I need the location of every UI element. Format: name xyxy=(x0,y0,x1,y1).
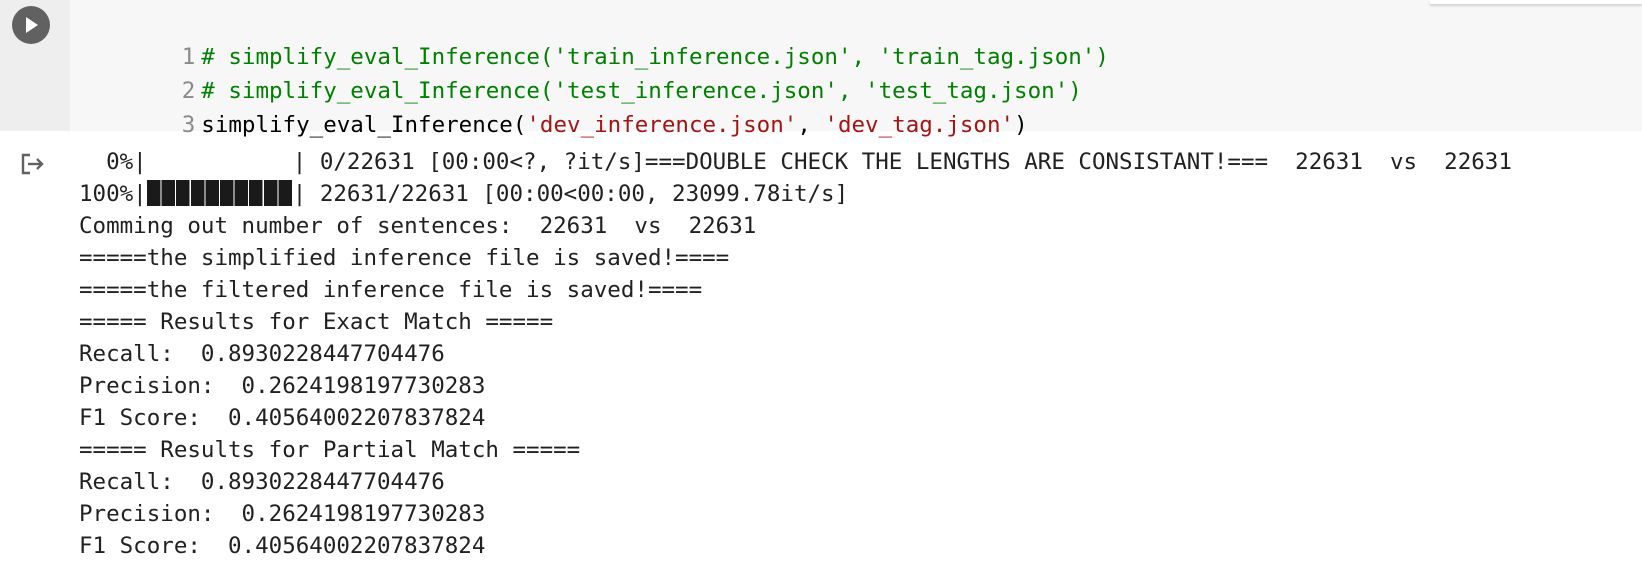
output-text-line: F1 Score: 0.40564002207837824 xyxy=(79,405,486,431)
output-redirect-icon[interactable] xyxy=(20,152,48,176)
output-text-line: Recall: 0.8930228447704476 xyxy=(79,341,445,367)
progress-bar-full xyxy=(146,180,293,206)
progress-percent: 100%| xyxy=(79,181,147,207)
progress-percent: 0%| xyxy=(79,149,147,175)
cell-output: 0%| | 0/22631 [00:00<?, ?it/s]===DOUBLE C… xyxy=(79,146,1639,562)
code-line: 1 # simplify_eval_Inference('train_infere… xyxy=(70,6,1109,70)
output-text-line: F1 Score: 0.40564002207837824 xyxy=(79,533,486,559)
output-text-line: Precision: 0.2624198197730283 xyxy=(79,373,486,399)
output-text-line: =====the filtered inference file is save… xyxy=(79,277,703,303)
code-line: 2 # simplify_eval_Inference('test_inferen… xyxy=(70,40,1082,104)
output-text-line: Comming out number of sentences: 22631 v… xyxy=(79,213,757,239)
code-string-arg: 'dev_inference.json' xyxy=(526,112,798,138)
code-separator: , xyxy=(797,112,825,138)
code-close-paren: ) xyxy=(1014,112,1028,138)
code-editor[interactable]: 1 # simplify_eval_Inference('train_infere… xyxy=(70,0,1642,138)
progress-status: | 22631/22631 [00:00<00:00, 23099.78it/s… xyxy=(292,181,849,207)
code-line: 3 simplify_eval_Inference('dev_inference.… xyxy=(70,74,1028,138)
output-text-line: ===== Results for Exact Match ===== xyxy=(79,309,554,335)
code-string-arg: 'dev_tag.json' xyxy=(824,112,1015,138)
notebook-cell: 1 # simplify_eval_Inference('train_infere… xyxy=(0,0,1642,571)
progress-line: 100%| | 22631/22631 [00:00<00:00, 23099.7… xyxy=(79,178,1639,210)
progress-line: 0%| | 0/22631 [00:00<?, ?it/s]===DOUBLE C… xyxy=(79,146,1639,178)
cell-gutter xyxy=(0,0,70,131)
output-text-line: Recall: 0.8930228447704476 xyxy=(79,469,445,495)
output-text-line: Precision: 0.2624198197730283 xyxy=(79,501,486,527)
progress-status: | 0/22631 [00:00<?, ?it/s]===DOUBLE CHEC… xyxy=(292,149,1512,175)
run-cell-button[interactable] xyxy=(12,6,50,44)
line-number: 3 xyxy=(181,112,196,138)
output-text-line: =====the simplified inference file is sa… xyxy=(79,245,730,271)
output-text-line: ===== Results for Partial Match ===== xyxy=(79,437,581,463)
cell-toolbar-edge xyxy=(1430,0,1642,5)
code-function-call: simplify_eval_Inference( xyxy=(201,112,527,138)
play-icon xyxy=(26,17,38,33)
progress-bar-empty xyxy=(147,150,293,172)
